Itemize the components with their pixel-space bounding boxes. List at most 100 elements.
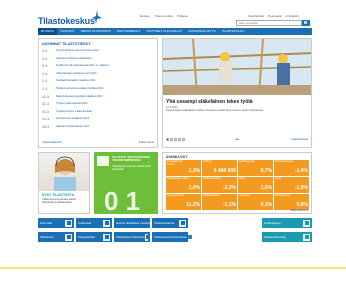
key-figure-tile[interactable]: Vienti 1,6% [238,177,273,193]
key-figure-value: 8,7% [260,168,272,174]
green-promo-panel[interactable]: 0 1 TILASTOT VASTAAMASSA TIEDONTARPEISII… [94,152,158,214]
news-link[interactable]: Julkisyhteisöjen rahoitus ja verot 2013 [56,72,152,75]
nav-item-data-collection[interactable]: TIEDONKERUUT [114,28,144,35]
key-figure-tile[interactable]: Väkiluku 5 460 000 [202,160,237,176]
toplink-feedback[interactable]: Palaute [177,14,187,18]
service-button[interactable]: Tilastokeskus Facebookissa [152,232,192,242]
news-date: 3.4. [42,56,48,61]
service-icon [103,233,110,241]
news-date: 31.3. [42,102,50,107]
key-figure-tile[interactable]: Työttömyysaste 8,7% [238,160,273,176]
service-label: Suomen tilastollinen vuosikirja [116,221,151,225]
hero-more-link[interactable]: Lisää aiheesta [291,138,308,141]
news-item[interactable]: 1.4. Tieliikenneonnettomuustilasto helmik… [42,87,152,91]
all-news-link[interactable]: Kaikki uutiset [139,141,154,144]
nav-item-international[interactable]: KANSAINVÄLISYYS [185,28,219,35]
carousel-dots [166,138,186,141]
ask-statistics-panel[interactable]: KYSY TILASTOISTA Tilastoneuvonta palvele… [38,152,90,214]
nav-item-products[interactable]: TUOTTEET JA PALVELUT [143,28,185,35]
news-link[interactable]: Kuluttajahintaindeksi maaliskuu 2014 [56,79,152,82]
key-figure-tile[interactable]: Bruttokansantuote -1,4% [274,160,309,176]
key-figure-tile[interactable]: Rakennusluvat 0,8% [274,194,309,210]
news-item[interactable]: 31.3. Yritysten rakennetilastot 2012 [42,102,152,106]
nav-item-school[interactable]: TILASTOKOULU [219,28,248,35]
service-button[interactable]: Tilastojulkaisut [76,232,112,242]
key-figure-label: Rakennusluvat [275,195,291,197]
news-item[interactable]: 2.4. Kuluttajahintaindeksi maaliskuu 2014 [42,79,152,83]
service-icon [303,219,310,227]
nav-item-statistics[interactable]: TILASTOT [57,28,77,35]
key-figure-label: Tuonti [275,178,282,180]
news-item[interactable]: 28.3. Väestön koulutusrakenne 2013 [42,125,152,129]
nav-item-home[interactable]: ETUSIVU [38,28,58,35]
news-item[interactable]: 2.4. Julkisyhteisöjen rahoitus ja verot 2… [42,72,152,76]
news-link[interactable]: Asuntokuntien varallisuus 2013 [56,117,152,120]
key-figure-tile[interactable]: Asuntojen hinnat 11,2% [166,194,201,210]
service-button[interactable]: Luokitukset [76,218,112,228]
news-link[interactable]: Rakennuskustannusindeksi maaliskuu 2014 [56,95,152,98]
news-link[interactable]: Väestönmuutokset ennakkotiedot [56,57,152,60]
service-button[interactable]: Suomen tilastollinen vuosikirja [114,218,157,228]
release-calendar-link[interactable]: Julkistuskalenteri [42,141,62,144]
carousel-dot[interactable] [178,138,181,141]
search-input[interactable]: Hae sivustolta [236,20,302,26]
service-button[interactable]: Tilastotietokannat [152,218,188,228]
carousel-dot[interactable] [174,138,177,141]
nav-item-about-statistics[interactable]: TIETOA TILASTOISTA [77,28,113,35]
service-icon [65,219,72,227]
next-arrow-icon[interactable]: ▸ [237,137,239,141]
key-figure-tile[interactable]: Palkansaajien ansiot 1,4% [166,177,201,193]
service-button[interactable]: Verkkokauppa [262,218,312,228]
toplink-home[interactable]: Etusivu [140,14,150,18]
hero-title[interactable]: Yhä useampi eläkeläinen tekee työtä [166,99,253,105]
key-figure-label: Bruttokansantuote [275,161,294,163]
hero-image[interactable] [163,39,311,95]
toplink-privacy[interactable]: Tietosuoja [268,14,282,18]
news-item[interactable]: 31.3. Asuntokuntien varallisuus 2013 [42,117,152,121]
news-item[interactable]: 31.3. Rakennuskustannusindeksi maaliskuu … [42,95,152,99]
key-figure-value: 1,6% [260,185,272,191]
news-item[interactable]: 3.4. Teollisuuden liikevaihtokuvaaja 2013… [42,64,152,68]
main-nav: ETUSIVU TILASTOT TIETOA TILASTOISTA TIED… [38,28,312,35]
key-figure-tile[interactable]: Tuonti -1,9% [274,177,309,193]
all-key-figures-link[interactable]: Kaikki avainluvut [290,209,308,212]
news-date: 3.4. [42,49,48,53]
news-link[interactable]: Tuotantoyritysten määrä alueittain [56,110,152,113]
top-links: Etusivu Tietoa meistä Palaute [140,14,192,18]
news-link[interactable]: Työvoimatutkimus tammi-helmikuu 2014 [56,49,152,52]
service-button[interactable]: Avoin data [38,218,74,228]
news-date: 31.3. [42,117,50,122]
carousel-dot[interactable] [166,138,169,141]
search-button[interactable] [302,20,310,26]
bottom-divider [0,267,346,269]
carousel-dot[interactable] [170,138,173,141]
news-link[interactable]: Väestön koulutusrakenne 2013 [56,125,152,128]
news-item[interactable]: 3.4. Väestönmuutokset ennakkotiedot [42,57,152,61]
news-link[interactable]: Tieliikenneonnettomuustilasto helmikuu 2… [56,87,152,90]
key-figure-tile[interactable]: Vähittäiskauppa -1,1% [202,194,237,210]
toplink-english[interactable]: In English [285,14,298,18]
key-figure-tile[interactable]: Konkurssit 0,3% [238,194,273,210]
news-link[interactable]: Teollisuuden liikevaihtokuvaaja 2013, 4.… [56,64,152,67]
search-icon [304,21,307,24]
service-button[interactable]: Tilastokoulu [38,232,74,242]
key-figure-tile[interactable]: Kuluttajahinnat, muutos 1,3% [166,160,201,176]
key-figure-value: 1,3% [188,168,200,174]
page: Tilastokeskus Etusivu Tietoa meistä Pala… [38,10,312,266]
news-item[interactable]: 3.4. Työvoimatutkimus tammi-helmikuu 2014 [42,49,152,53]
news-link[interactable]: Yritysten rakennetilastot 2012 [56,102,152,105]
service-icon [303,233,310,241]
service-button[interactable]: Tilastokeskus Twitterissä [114,232,151,242]
toplink-about[interactable]: Tietoa meistä [155,14,173,18]
service-label: Tilastotietokannat [154,221,175,225]
key-figure-label: Kuluttajahinnat, muutos [167,161,183,166]
service-button[interactable]: Tilastokeskus blogi [262,232,312,242]
toplink-terms[interactable]: Käyttöehdot [248,14,264,18]
key-figure-tile[interactable]: Teollisuustuotanto -3,3% [202,177,237,193]
news-item[interactable]: 31.3. Tuotantoyritysten määrä alueittain [42,110,152,114]
key-figure-label: Vähittäiskauppa [203,195,220,197]
carousel-dot[interactable] [182,138,185,141]
news-date: 31.3. [42,94,50,99]
site-logo[interactable]: Tilastokeskus [38,16,95,26]
construction-workers-illustration [163,39,311,95]
